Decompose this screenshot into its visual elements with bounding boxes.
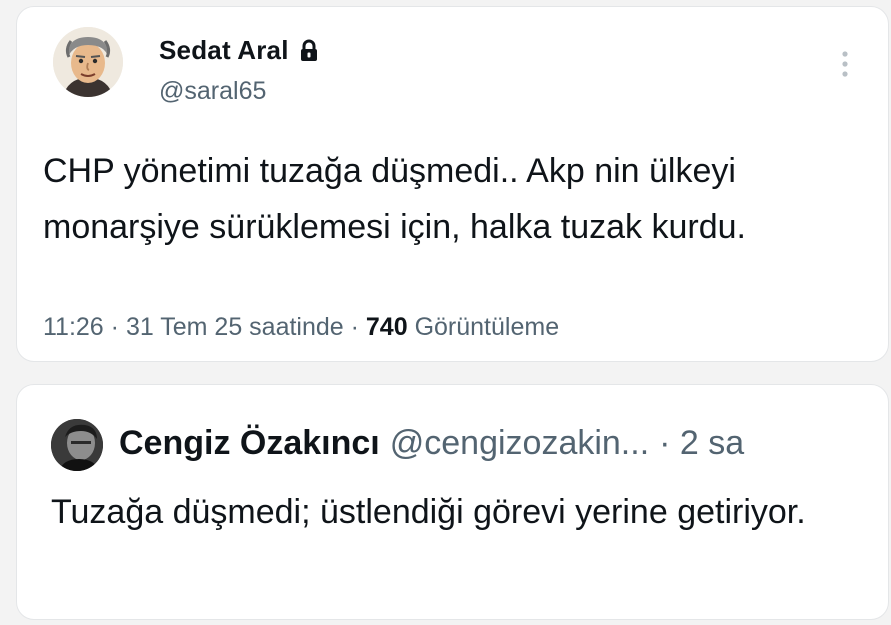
views-count: 740	[365, 313, 408, 341]
reply-author-avatar[interactable]	[51, 419, 103, 471]
tweet-date[interactable]: 31 Tem 25 saatinde	[126, 313, 344, 341]
tweet-time[interactable]: 11:26	[43, 313, 104, 341]
reply-text: Tuzağa düşmedi; üstlendiği görevi yerine…	[51, 493, 806, 531]
views-label[interactable]: Görüntüleme	[415, 313, 560, 341]
author-name-row: Sedat Aral	[159, 35, 319, 66]
more-vertical-icon[interactable]	[837, 47, 853, 81]
author-name[interactable]: Sedat Aral	[159, 35, 289, 66]
reply-time[interactable]: · 2 sa	[659, 424, 744, 462]
meta-separator: ·	[343, 313, 366, 341]
author-avatar[interactable]	[53, 27, 123, 97]
author-handle[interactable]: @saral65	[159, 77, 266, 106]
reply-card[interactable]: Cengiz Özakıncı @cengizozakin... · 2 sa Tu…	[16, 384, 889, 620]
tweet-card[interactable]: Sedat Aral @saral65 CHP yönetimi tuzağa …	[16, 6, 889, 362]
lock-icon	[299, 39, 319, 63]
reply-header: Cengiz Özakıncı @cengizozakin... · 2 sa	[119, 421, 744, 465]
portrait-avatar-icon	[51, 419, 103, 471]
tweet-meta: 11:26 · 31 Tem 25 saatinde · 740 Görüntü…	[43, 313, 559, 342]
reply-author-handle[interactable]: @cengizozakin...	[390, 424, 649, 462]
reply-author-name[interactable]: Cengiz Özakıncı	[119, 424, 380, 462]
meta-separator: ·	[103, 313, 126, 341]
tweet-text: CHP yönetimi tuzağa düşmedi.. Akp nin ül…	[43, 152, 746, 246]
caricature-avatar-icon	[53, 27, 123, 97]
